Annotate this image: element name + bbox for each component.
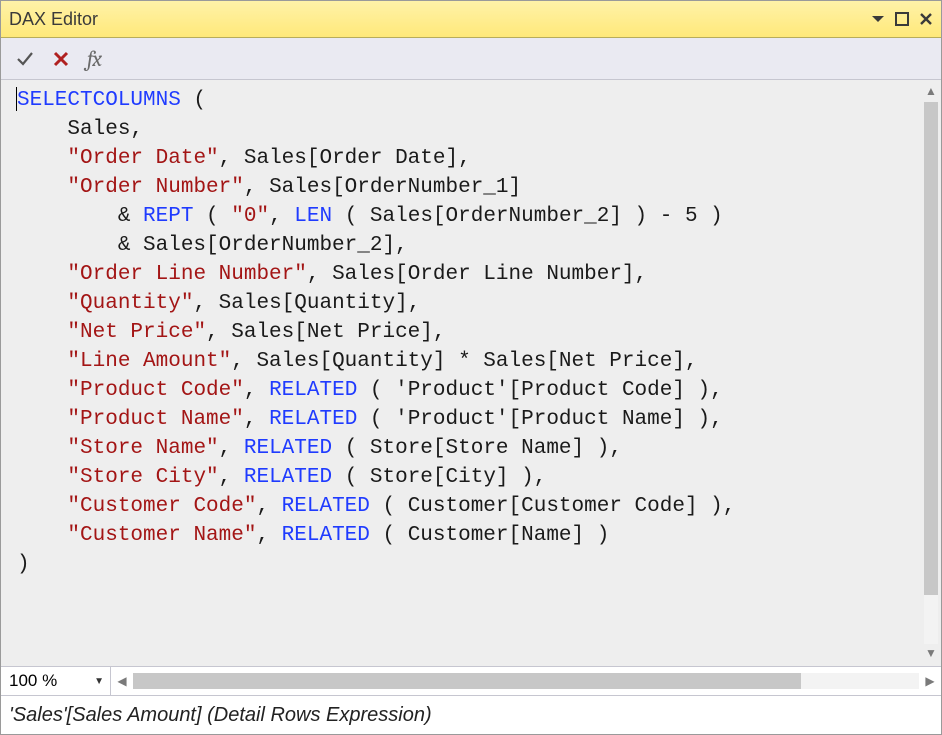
code-token: , <box>244 379 269 402</box>
code-token: REPT <box>143 205 193 228</box>
code-token: , <box>219 466 244 489</box>
zoom-select[interactable]: 100 % ▼ <box>1 667 111 695</box>
code-token <box>17 495 67 518</box>
code-token <box>17 263 67 286</box>
code-token: , Sales[Net Price], <box>206 321 445 344</box>
code-token: ( <box>181 89 206 112</box>
code-token <box>17 350 67 373</box>
maximize-icon[interactable] <box>895 12 909 26</box>
code-token: , <box>269 205 294 228</box>
code-token <box>17 321 67 344</box>
code-token: "Order Number" <box>67 176 243 199</box>
window-controls <box>871 12 933 26</box>
code-token <box>17 147 67 170</box>
code-token: "Order Date" <box>67 147 218 170</box>
zoom-value: 100 % <box>9 671 57 691</box>
code-token: , Sales[Order Line Number], <box>307 263 647 286</box>
code-token: "Net Price" <box>67 321 206 344</box>
code-token: Sales, <box>17 118 143 141</box>
code-token: ) <box>17 553 30 576</box>
accept-button[interactable] <box>15 49 35 69</box>
code-token: RELATED <box>282 524 370 547</box>
scroll-thumb[interactable] <box>924 102 938 595</box>
titlebar: DAX Editor <box>1 1 941 38</box>
code-token: ( 'Product'[Product Code] ), <box>357 379 722 402</box>
code-token: & Sales[OrderNumber_2], <box>17 234 408 257</box>
window-title: DAX Editor <box>9 9 871 30</box>
chevron-down-icon: ▼ <box>94 676 104 687</box>
code-token: "Order Line Number" <box>67 263 306 286</box>
scroll-track[interactable] <box>924 102 938 644</box>
code-token: , <box>256 524 281 547</box>
close-icon[interactable] <box>919 12 933 26</box>
code-token <box>17 176 67 199</box>
code-token <box>17 379 67 402</box>
code-token <box>17 408 67 431</box>
code-token: , <box>256 495 281 518</box>
code-token: RELATED <box>269 408 357 431</box>
code-token: "Store City" <box>67 466 218 489</box>
code-token: ( <box>193 205 231 228</box>
code-token: ( 'Product'[Product Name] ), <box>357 408 722 431</box>
code-token: , <box>219 437 244 460</box>
code-token: RELATED <box>282 495 370 518</box>
code-token: ( Store[City] ), <box>332 466 546 489</box>
scroll-left-icon[interactable]: ◀ <box>111 674 133 688</box>
window-menu-icon[interactable] <box>871 12 885 26</box>
scroll-right-icon[interactable]: ▶ <box>919 674 941 688</box>
code-token: , Sales[Quantity], <box>193 292 420 315</box>
code-token: & <box>17 205 143 228</box>
code-token: ( Customer[Name] ) <box>370 524 609 547</box>
code-token: , <box>244 408 269 431</box>
code-token: "Customer Code" <box>67 495 256 518</box>
code-token: , Sales[OrderNumber_1] <box>244 176 521 199</box>
code-token: ( Store[Store Name] ), <box>332 437 622 460</box>
code-token: ( Sales[OrderNumber_2] ) - 5 ) <box>332 205 723 228</box>
text-cursor <box>16 87 17 111</box>
toolbar: fx <box>1 38 941 80</box>
horizontal-scrollbar[interactable]: ◀ ▶ <box>111 667 941 695</box>
editor-area: SELECTCOLUMNS ( Sales, "Order Date", Sal… <box>1 80 941 666</box>
vertical-scrollbar[interactable]: ▲ ▼ <box>921 80 941 666</box>
code-token <box>17 466 67 489</box>
code-editor[interactable]: SELECTCOLUMNS ( Sales, "Order Date", Sal… <box>1 80 921 666</box>
dax-editor-window: DAX Editor fx SELECTCOLUMNS ( Sales, "Or… <box>0 0 942 735</box>
code-token <box>17 524 67 547</box>
code-token: "Line Amount" <box>67 350 231 373</box>
scroll-thumb[interactable] <box>133 673 801 689</box>
code-token: SELECTCOLUMNS <box>17 89 181 112</box>
code-token: "Quantity" <box>67 292 193 315</box>
fx-icon[interactable]: fx <box>87 46 101 72</box>
code-token: RELATED <box>269 379 357 402</box>
code-token <box>17 292 67 315</box>
code-token: "Product Code" <box>67 379 243 402</box>
scroll-track[interactable] <box>133 673 919 689</box>
code-token: LEN <box>294 205 332 228</box>
code-token: , Sales[Quantity] * Sales[Net Price], <box>231 350 697 373</box>
code-token <box>17 437 67 460</box>
code-token: ( Customer[Customer Code] ), <box>370 495 735 518</box>
code-token: "Product Name" <box>67 408 243 431</box>
statusbar: 'Sales'[Sales Amount] (Detail Rows Expre… <box>1 696 941 734</box>
cancel-button[interactable] <box>51 49 71 69</box>
code-token: , Sales[Order Date], <box>219 147 471 170</box>
code-token: RELATED <box>244 437 332 460</box>
code-token: "0" <box>231 205 269 228</box>
scroll-down-icon[interactable]: ▼ <box>925 646 937 662</box>
status-text: 'Sales'[Sales Amount] (Detail Rows Expre… <box>9 704 432 727</box>
bottom-bar: 100 % ▼ ◀ ▶ <box>1 666 941 696</box>
code-token: RELATED <box>244 466 332 489</box>
code-token: "Store Name" <box>67 437 218 460</box>
scroll-up-icon[interactable]: ▲ <box>925 84 937 100</box>
code-token: "Customer Name" <box>67 524 256 547</box>
